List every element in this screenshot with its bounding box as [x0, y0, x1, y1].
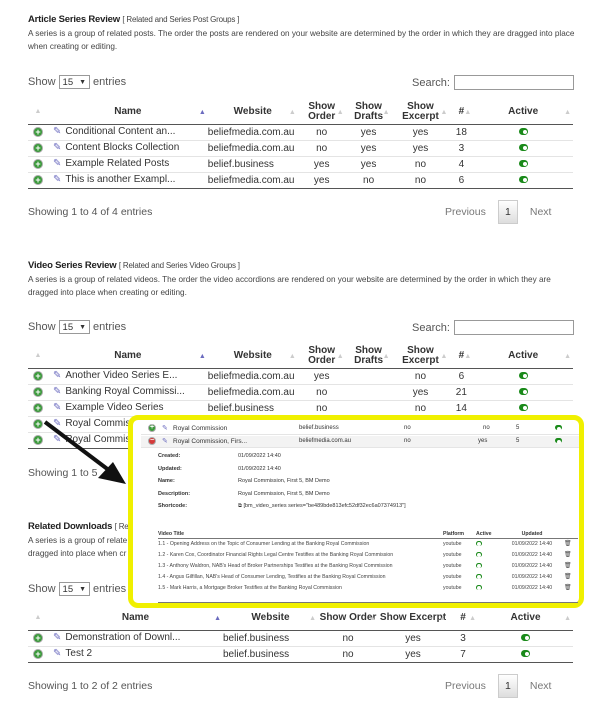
pointer-arrow-icon	[43, 420, 126, 484]
